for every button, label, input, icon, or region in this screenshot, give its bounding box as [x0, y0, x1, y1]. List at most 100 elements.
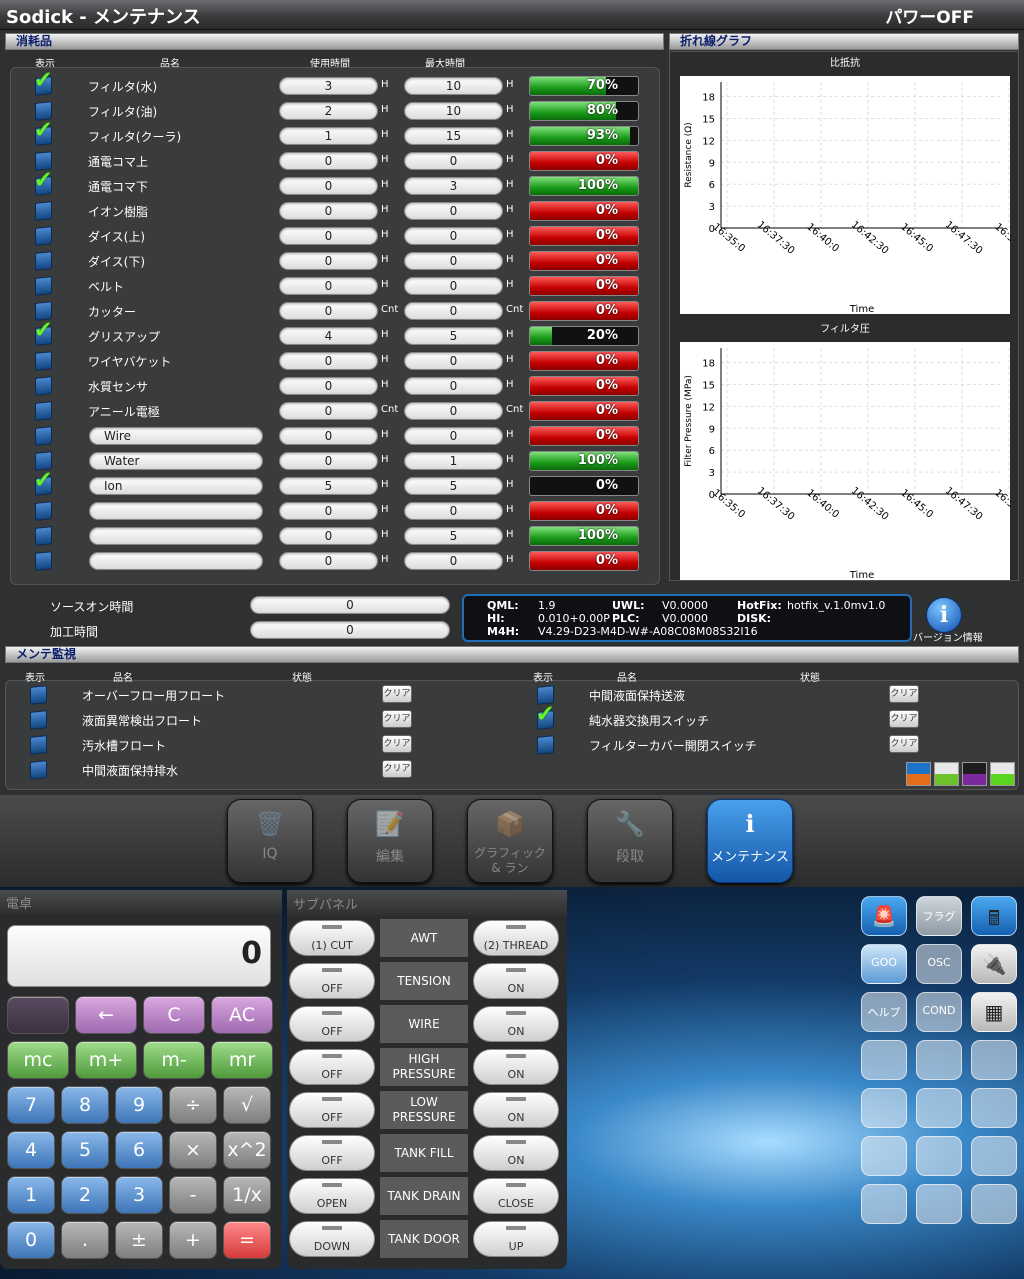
- used-time-field[interactable]: 0: [279, 277, 378, 295]
- color-swatch[interactable]: [990, 762, 1015, 786]
- subpanel-left-button[interactable]: OFF: [289, 1092, 375, 1128]
- empty-slot-button[interactable]: [971, 1136, 1017, 1176]
- calc-key[interactable]: 9: [115, 1086, 163, 1124]
- calculator-button[interactable]: 🖩: [971, 896, 1017, 936]
- max-time-field[interactable]: 0: [404, 277, 503, 295]
- used-time-field[interactable]: 0: [279, 452, 378, 470]
- clear-button[interactable]: クリア: [382, 685, 412, 703]
- show-checkbox[interactable]: [35, 401, 52, 421]
- used-time-field[interactable]: 0: [279, 502, 378, 520]
- used-time-field[interactable]: 1: [279, 127, 378, 145]
- show-checkbox[interactable]: [35, 501, 52, 521]
- color-swatch[interactable]: [906, 762, 931, 786]
- subpanel-right-button[interactable]: (2) THREAD: [473, 920, 559, 956]
- empty-slot-button[interactable]: [971, 1088, 1017, 1128]
- setup-tab[interactable]: 🔧 段取: [587, 799, 673, 883]
- item-name-field[interactable]: Water: [89, 452, 263, 470]
- max-time-field[interactable]: 5: [404, 327, 503, 345]
- calc-key[interactable]: m-: [143, 1041, 205, 1079]
- calc-key[interactable]: ±: [115, 1221, 163, 1259]
- calc-key[interactable]: ←: [75, 996, 137, 1034]
- calc-key[interactable]: 4: [7, 1131, 55, 1169]
- subpanel-left-button[interactable]: (1) CUT: [289, 920, 375, 956]
- show-checkbox[interactable]: [35, 351, 52, 371]
- empty-slot-button[interactable]: [861, 1040, 907, 1080]
- graphic-run-tab[interactable]: 📦 グラフィック & ラン: [467, 799, 553, 883]
- show-checkbox[interactable]: ✔: [34, 117, 52, 146]
- calc-key[interactable]: mc: [7, 1041, 69, 1079]
- goo-button[interactable]: GOO: [861, 944, 907, 984]
- used-time-field[interactable]: 0: [279, 377, 378, 395]
- used-time-field[interactable]: 0: [279, 202, 378, 220]
- empty-slot-button[interactable]: [971, 1040, 1017, 1080]
- calc-key[interactable]: C: [143, 996, 205, 1034]
- empty-slot-button[interactable]: [916, 1184, 962, 1224]
- calc-key[interactable]: 5: [61, 1131, 109, 1169]
- max-time-field[interactable]: 0: [404, 227, 503, 245]
- subpanel-right-button[interactable]: ON: [473, 1135, 559, 1171]
- color-swatch[interactable]: [962, 762, 987, 786]
- subpanel-left-button[interactable]: OPEN: [289, 1178, 375, 1214]
- item-name-field[interactable]: Wire: [89, 427, 263, 445]
- used-time-field[interactable]: 0: [279, 527, 378, 545]
- item-name-field[interactable]: [89, 552, 263, 570]
- monitor-checkbox[interactable]: [30, 710, 47, 730]
- max-time-field[interactable]: 0: [404, 402, 503, 420]
- calc-key[interactable]: -: [169, 1176, 217, 1214]
- subpanel-left-button[interactable]: OFF: [289, 1006, 375, 1042]
- empty-slot-button[interactable]: [861, 1184, 907, 1224]
- max-time-field[interactable]: 0: [404, 302, 503, 320]
- subpanel-left-button[interactable]: OFF: [289, 1135, 375, 1171]
- flag-button[interactable]: フラグ: [916, 896, 962, 936]
- keypad-button[interactable]: ▦: [971, 992, 1017, 1032]
- calc-key[interactable]: 7: [7, 1086, 55, 1124]
- calc-key[interactable]: 3: [115, 1176, 163, 1214]
- power-status[interactable]: パワーOFF: [885, 3, 974, 28]
- subpanel-right-button[interactable]: ON: [473, 963, 559, 999]
- empty-slot-button[interactable]: [916, 1088, 962, 1128]
- calc-key[interactable]: x^2: [223, 1131, 271, 1169]
- max-time-field[interactable]: 5: [404, 477, 503, 495]
- probe-button[interactable]: 🔌: [971, 944, 1017, 984]
- version-info-button[interactable]: i: [926, 597, 962, 633]
- used-time-field[interactable]: 3: [279, 77, 378, 95]
- show-checkbox[interactable]: [35, 376, 52, 396]
- subpanel-right-button[interactable]: UP: [473, 1221, 559, 1257]
- max-time-field[interactable]: 0: [404, 427, 503, 445]
- clear-button[interactable]: クリア: [889, 685, 919, 703]
- calc-key[interactable]: ÷: [169, 1086, 217, 1124]
- subpanel-left-button[interactable]: DOWN: [289, 1221, 375, 1257]
- calc-key[interactable]: [7, 996, 69, 1034]
- show-checkbox[interactable]: [35, 526, 52, 546]
- show-checkbox[interactable]: [35, 251, 52, 271]
- used-time-field[interactable]: 0: [279, 252, 378, 270]
- show-checkbox[interactable]: ✔: [34, 67, 52, 96]
- clear-button[interactable]: クリア: [382, 760, 412, 778]
- empty-slot-button[interactable]: [861, 1136, 907, 1176]
- max-time-field[interactable]: 10: [404, 102, 503, 120]
- used-time-field[interactable]: 0: [279, 402, 378, 420]
- max-time-field[interactable]: 0: [404, 502, 503, 520]
- maintenance-tab[interactable]: ℹ メンテナンス: [707, 799, 793, 883]
- show-checkbox[interactable]: ✔: [34, 467, 52, 496]
- calc-key[interactable]: m+: [75, 1041, 137, 1079]
- used-time-field[interactable]: 4: [279, 327, 378, 345]
- show-checkbox[interactable]: ✔: [34, 167, 52, 196]
- used-time-field[interactable]: 0: [279, 352, 378, 370]
- max-time-field[interactable]: 0: [404, 152, 503, 170]
- item-name-field[interactable]: Ion: [89, 477, 263, 495]
- calc-key[interactable]: mr: [211, 1041, 273, 1079]
- max-time-field[interactable]: 0: [404, 252, 503, 270]
- max-time-field[interactable]: 0: [404, 202, 503, 220]
- calc-key[interactable]: √: [223, 1086, 271, 1124]
- show-checkbox[interactable]: [35, 276, 52, 296]
- calc-key[interactable]: 0: [7, 1221, 55, 1259]
- empty-slot-button[interactable]: [861, 1088, 907, 1128]
- help-button[interactable]: ヘルプ: [861, 992, 907, 1032]
- used-time-field[interactable]: 0: [279, 177, 378, 195]
- subpanel-right-button[interactable]: ON: [473, 1092, 559, 1128]
- calc-key[interactable]: 6: [115, 1131, 163, 1169]
- show-checkbox[interactable]: [35, 226, 52, 246]
- alarm-button[interactable]: 🚨: [861, 896, 907, 936]
- edit-tab[interactable]: 📝 編集: [347, 799, 433, 883]
